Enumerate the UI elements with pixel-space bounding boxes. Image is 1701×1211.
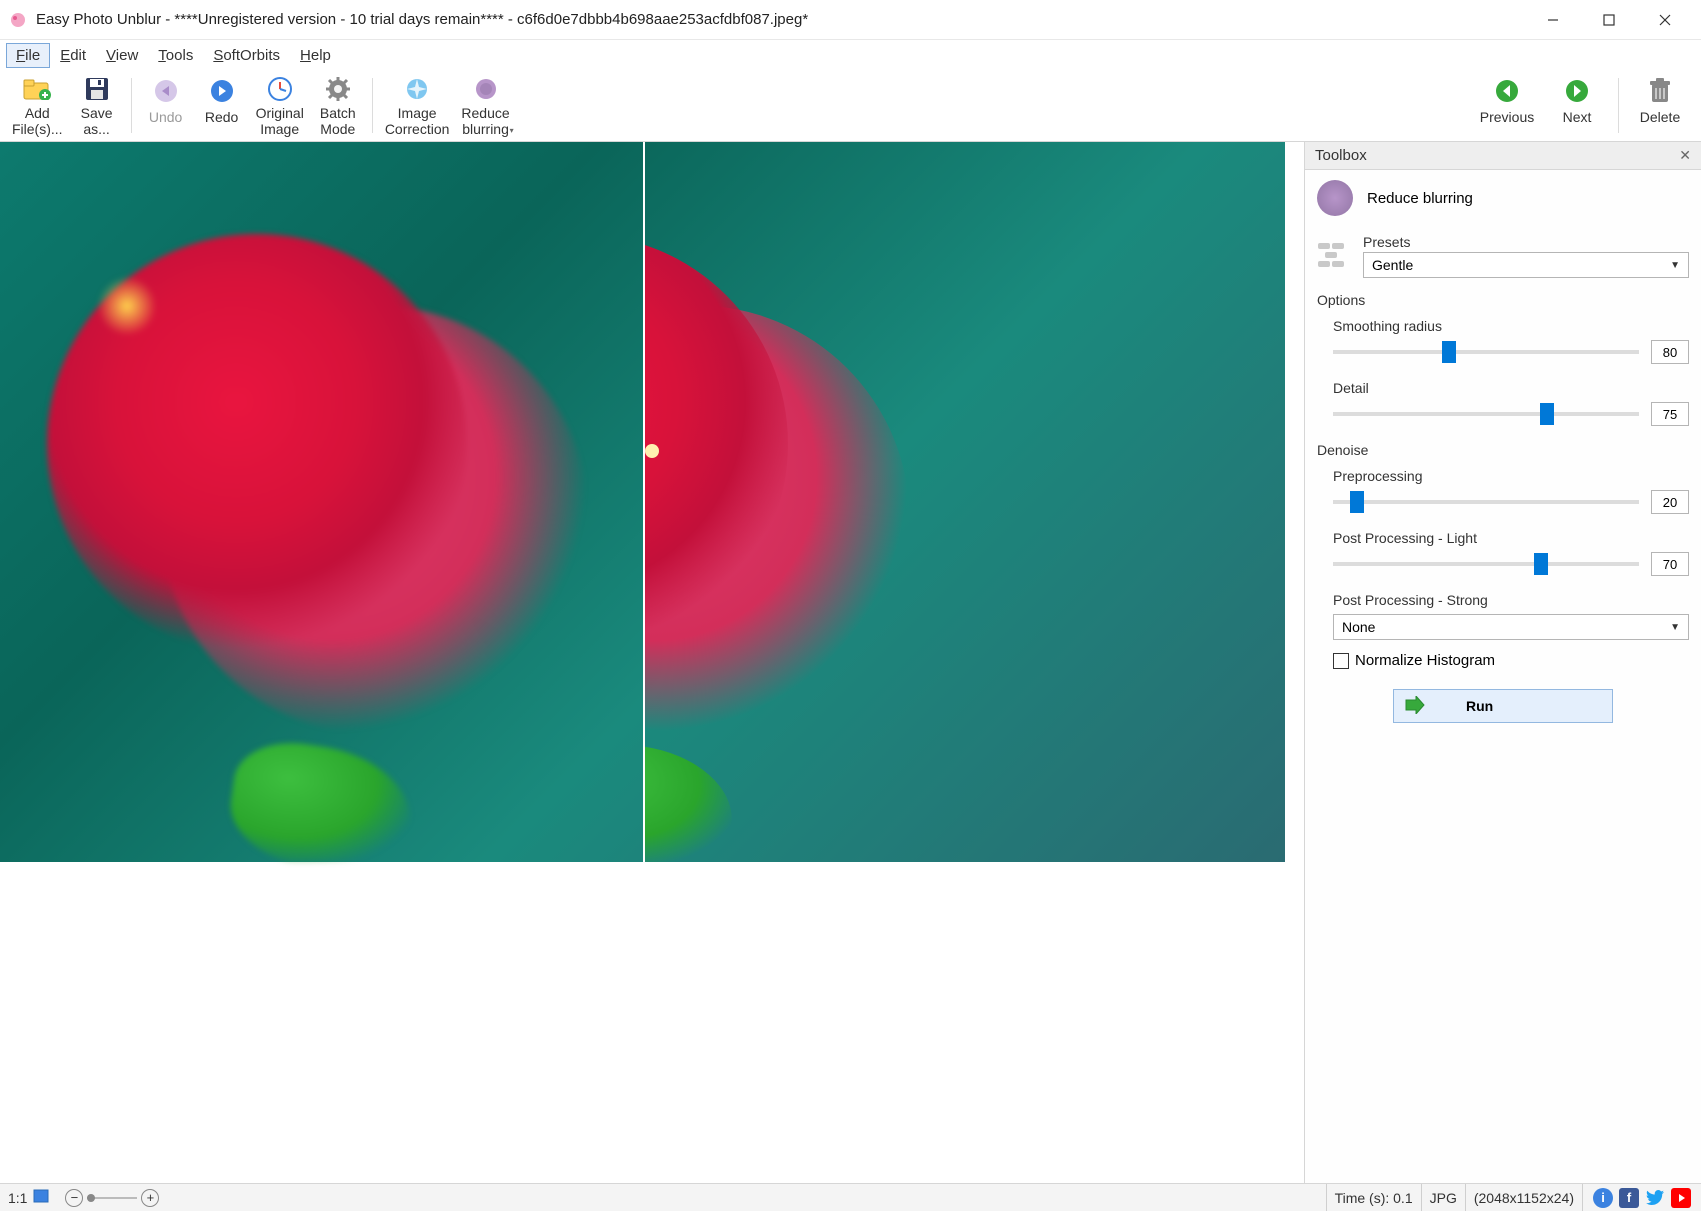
smoothing-value[interactable]: 80 xyxy=(1651,340,1689,364)
delete-label: Delete xyxy=(1640,110,1680,125)
fit-icon[interactable] xyxy=(33,1189,49,1206)
delete-button[interactable]: Delete xyxy=(1625,72,1695,139)
batch-mode-button[interactable]: Batch Mode xyxy=(310,72,366,139)
previous-label: Previous xyxy=(1480,110,1534,125)
canvas-area[interactable] xyxy=(0,142,1304,1183)
menu-file[interactable]: File xyxy=(6,43,50,68)
menu-edit[interactable]: Edit xyxy=(50,43,96,68)
twitter-icon[interactable] xyxy=(1645,1188,1665,1208)
menu-tools[interactable]: Tools xyxy=(148,43,203,68)
undo-button[interactable]: Undo xyxy=(138,72,194,139)
save-icon xyxy=(82,76,112,102)
trash-icon xyxy=(1645,76,1675,106)
add-files-label: Add File(s)... xyxy=(12,106,63,137)
normalize-checkbox[interactable] xyxy=(1333,653,1349,669)
title-bar: Easy Photo Unblur - ****Unregistered ver… xyxy=(0,0,1701,40)
smoothing-slider[interactable] xyxy=(1333,350,1639,354)
detail-slider[interactable] xyxy=(1333,412,1639,416)
menu-view[interactable]: View xyxy=(96,43,148,68)
status-dimensions: (2048x1152x24) xyxy=(1465,1184,1582,1211)
compare-divider[interactable] xyxy=(643,142,645,862)
redo-icon xyxy=(207,76,237,106)
main-area: Toolbox ✕ Reduce blurring Presets Gentle… xyxy=(0,142,1701,1183)
presets-icon xyxy=(1317,238,1351,272)
status-format: JPG xyxy=(1421,1184,1465,1211)
image-correction-label: Image Correction xyxy=(385,106,450,137)
status-time: Time (s): 0.1 xyxy=(1326,1184,1421,1211)
poststrong-value: None xyxy=(1342,619,1375,635)
menu-softorbits[interactable]: SoftOrbits xyxy=(203,43,290,68)
minimize-button[interactable] xyxy=(1525,1,1581,39)
blur-icon xyxy=(471,76,501,102)
info-icon[interactable]: i xyxy=(1593,1188,1613,1208)
reduce-blurring-button[interactable]: Reduce blurring ▾ xyxy=(455,72,515,139)
preprocessing-label: Preprocessing xyxy=(1333,468,1689,484)
undo-label: Undo xyxy=(149,110,182,125)
original-image-button[interactable]: Original Image xyxy=(250,72,310,139)
presets-value: Gentle xyxy=(1372,257,1413,273)
zoom-slider[interactable] xyxy=(87,1197,137,1199)
save-as-label: Saveas... xyxy=(81,106,113,137)
zoom-ratio: 1:1 xyxy=(0,1184,57,1211)
poststrong-select[interactable]: None ▼ xyxy=(1333,614,1689,640)
status-bar: 1:1 − + Time (s): 0.1 JPG (2048x1152x24)… xyxy=(0,1183,1701,1211)
run-button[interactable]: Run xyxy=(1393,689,1613,723)
next-button[interactable]: Next xyxy=(1542,72,1612,139)
denoise-title: Denoise xyxy=(1317,442,1689,458)
smoothing-label: Smoothing radius xyxy=(1333,318,1689,334)
image-preview xyxy=(0,142,1285,862)
zoom-in-button[interactable]: + xyxy=(141,1189,159,1207)
folder-add-icon xyxy=(22,76,52,102)
save-as-button[interactable]: Saveas... xyxy=(69,72,125,139)
preprocessing-slider[interactable] xyxy=(1333,500,1639,504)
window-title: Easy Photo Unblur - ****Unregistered ver… xyxy=(36,11,1525,28)
redo-label: Redo xyxy=(205,110,238,125)
dropdown-arrow-icon: ▾ xyxy=(510,126,514,135)
facebook-icon[interactable]: f xyxy=(1619,1188,1639,1208)
postlight-label: Post Processing - Light xyxy=(1333,530,1689,546)
zoom-out-button[interactable]: − xyxy=(65,1189,83,1207)
toolbox-title: Toolbox xyxy=(1315,147,1367,164)
presets-label: Presets xyxy=(1363,234,1689,250)
run-arrow-icon xyxy=(1404,696,1426,717)
batch-mode-label: Batch Mode xyxy=(320,106,356,137)
image-correction-button[interactable]: Image Correction xyxy=(379,72,456,139)
poststrong-label: Post Processing - Strong xyxy=(1333,592,1689,608)
toolbox-panel: Toolbox ✕ Reduce blurring Presets Gentle… xyxy=(1304,142,1701,1183)
previous-button[interactable]: Previous xyxy=(1472,72,1542,139)
next-label: Next xyxy=(1563,110,1592,125)
postlight-slider[interactable] xyxy=(1333,562,1639,566)
arrow-left-icon xyxy=(1492,76,1522,106)
undo-icon xyxy=(151,76,181,106)
toolbox-close-button[interactable]: ✕ xyxy=(1679,147,1691,164)
detail-label: Detail xyxy=(1333,380,1689,396)
toolbox-header: Toolbox ✕ xyxy=(1305,142,1701,170)
arrow-right-icon xyxy=(1562,76,1592,106)
add-files-button[interactable]: Add File(s)... xyxy=(6,72,69,139)
chevron-down-icon: ▼ xyxy=(1670,622,1680,633)
app-icon xyxy=(8,10,28,30)
preprocessing-value[interactable]: 20 xyxy=(1651,490,1689,514)
chevron-down-icon: ▼ xyxy=(1670,260,1680,271)
clock-icon xyxy=(265,76,295,102)
detail-value[interactable]: 75 xyxy=(1651,402,1689,426)
section-title: Reduce blurring xyxy=(1367,190,1473,207)
options-title: Options xyxy=(1317,292,1689,308)
gear-icon xyxy=(323,76,353,102)
maximize-button[interactable] xyxy=(1581,1,1637,39)
reduce-blurring-label: Reduce blurring xyxy=(461,106,509,137)
postlight-value[interactable]: 70 xyxy=(1651,552,1689,576)
presets-select[interactable]: Gentle ▼ xyxy=(1363,252,1689,278)
close-button[interactable] xyxy=(1637,1,1693,39)
menu-bar: File Edit View Tools SoftOrbits Help xyxy=(0,40,1701,70)
run-label: Run xyxy=(1466,698,1493,714)
toolbar: Add File(s)... Saveas... Undo Redo Origi… xyxy=(0,70,1701,142)
blur-section-icon xyxy=(1317,180,1353,216)
youtube-icon[interactable] xyxy=(1671,1188,1691,1208)
sparkle-icon xyxy=(402,76,432,102)
menu-help[interactable]: Help xyxy=(290,43,341,68)
redo-button[interactable]: Redo xyxy=(194,72,250,139)
normalize-label: Normalize Histogram xyxy=(1355,652,1495,669)
original-image-label: Original Image xyxy=(256,106,304,137)
